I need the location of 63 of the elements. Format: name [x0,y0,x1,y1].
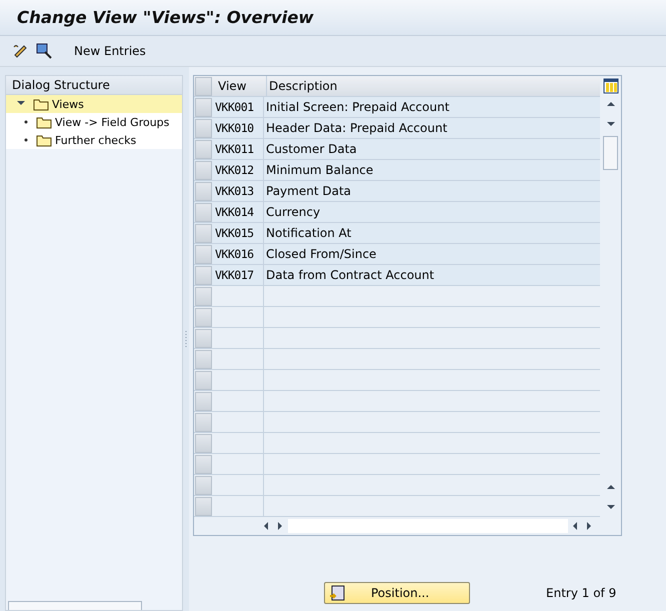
tree-item[interactable]: Further checks [6,131,182,149]
row-selector[interactable] [195,161,212,180]
table-cell: VKK001 [214,97,264,117]
table-cell-text: Data from Contract Account [265,267,436,284]
table-cell: VKK012 [214,160,264,180]
new-entries-button[interactable]: New Entries [70,44,150,58]
panel-header: Dialog Structure [6,76,182,95]
row-selector[interactable] [195,392,212,411]
column-header: Description [268,78,338,95]
tree-item[interactable]: Views [6,95,182,113]
row-selector[interactable] [195,182,212,201]
row-selector[interactable] [195,371,212,390]
folder-icon [36,134,52,146]
window-title: Change View "Views": Overview [17,8,314,27]
column-header: View [214,76,267,96]
scroll-thumb[interactable] [603,136,618,170]
table-cell: VKK010 [214,118,264,138]
row-selector[interactable] [195,497,212,516]
table-cell: VKK017 [214,265,264,285]
folder-icon [33,98,49,110]
table-cell: VKK013 [214,181,264,201]
row-selector[interactable] [195,350,212,369]
row-selector[interactable] [195,203,212,222]
position-button[interactable]: Position... [324,582,470,604]
splitter-handle[interactable] [185,331,187,347]
folder-icon [36,116,52,128]
table-cell-text: Initial Screen: Prepaid Account [265,99,450,116]
table-cell: VKK015 [214,223,264,243]
row-selector[interactable] [195,224,212,243]
pencil-icon[interactable] [12,43,28,59]
row-selector[interactable] [195,329,212,348]
row-selector[interactable] [195,434,212,453]
table-cell-text: Minimum Balance [265,162,374,179]
table-cell: VKK014 [214,202,264,222]
scroll-right-icon[interactable] [275,521,285,531]
column-settings-icon[interactable] [602,78,618,94]
bullet-icon [24,138,28,142]
position-icon [329,585,345,601]
table-cell: VKK016 [214,244,264,264]
row-selector[interactable] [195,455,212,474]
magnifier-icon[interactable] [36,43,52,59]
row-selector[interactable] [195,245,212,264]
row-selector[interactable] [195,119,212,138]
scroll-right-icon[interactable] [584,521,594,531]
select-all-button[interactable] [195,77,212,96]
table-cell-text: Currency [265,204,322,221]
row-selector[interactable] [195,98,212,117]
table-cell-text: Header Data: Prepaid Account [265,120,448,137]
row-selector[interactable] [195,308,212,327]
entry-count: Entry 1 of 9 [546,586,616,600]
row-selector[interactable] [195,140,212,159]
row-selector[interactable] [195,287,212,306]
table-cell: VKK011 [214,139,264,159]
bullet-icon [24,120,28,124]
table-cell-text: Closed From/Since [265,246,378,263]
table-cell-text: Customer Data [265,141,358,158]
tree-item[interactable]: View -> Field Groups [6,113,182,131]
table-cell-text: Notification At [265,225,352,242]
table-cell-text: Payment Data [265,183,352,200]
row-selector[interactable] [195,476,212,495]
row-selector[interactable] [195,266,212,285]
row-selector[interactable] [195,413,212,432]
scrollbar[interactable] [8,601,142,610]
